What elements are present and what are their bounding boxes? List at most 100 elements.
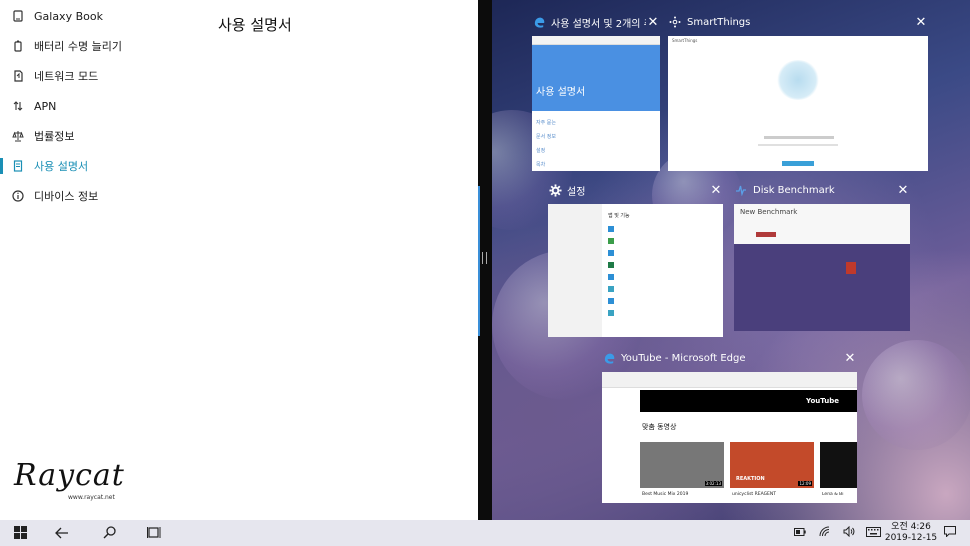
nav-item-device-info[interactable]: 디바이스 정보 xyxy=(0,181,200,211)
youtube-logo: YouTube xyxy=(806,397,839,405)
thumb-list: 자주 묻는 문서 정보 설정 목차 xyxy=(536,116,556,171)
thumb-manual-banner: 사용 설명서 xyxy=(532,45,660,111)
split-divider[interactable] xyxy=(478,0,492,520)
search-button[interactable] xyxy=(95,520,123,546)
thumb-heading: New Benchmark xyxy=(740,208,798,216)
thumb-browser-bar xyxy=(532,36,660,45)
scale-icon xyxy=(10,128,26,144)
nav-item-network-mode[interactable]: 네트워크 모드 xyxy=(0,61,200,91)
snap-assist-pane: 사용 설명서 및 2개의 추... ✕ 사용 설명서 자주 묻는 문서 정보 설… xyxy=(492,0,970,520)
thumb-app-icon xyxy=(608,310,614,316)
nav-label: 배터리 수명 늘리기 xyxy=(34,40,122,53)
start-button[interactable] xyxy=(6,520,34,546)
video-title: unicyclist REAGENT xyxy=(732,492,777,497)
thumb-login-button xyxy=(782,161,814,166)
snap-window-smartthings[interactable]: SmartThings ✕ SmartThings xyxy=(668,12,928,171)
window-thumbnail: SmartThings xyxy=(668,36,928,171)
thumb-settings-sidebar xyxy=(548,204,602,337)
window-header: 사용 설명서 및 2개의 추... ✕ xyxy=(532,12,660,32)
divider-drag-handle[interactable] xyxy=(482,252,487,264)
snap-window-disk-benchmark[interactable]: Disk Benchmark ✕ New Benchmark xyxy=(734,180,910,331)
wallpaper-bubble xyxy=(862,340,970,450)
nav-item-apn[interactable]: APN xyxy=(0,91,200,121)
nav-label: APN xyxy=(34,99,57,113)
info-icon xyxy=(10,188,26,204)
thumb-heading: 맞춤 동영상 xyxy=(642,423,677,431)
battery-tray[interactable] xyxy=(792,520,808,546)
window-header: YouTube - Microsoft Edge ✕ xyxy=(602,348,857,368)
task-view-icon xyxy=(147,524,161,543)
nav-item-user-manual[interactable]: 사용 설명서 xyxy=(0,151,200,181)
thumb-app-icon xyxy=(608,226,614,232)
nav-label: 사용 설명서 xyxy=(34,160,89,173)
thumb-text-line xyxy=(764,136,834,139)
window-title: YouTube - Microsoft Edge xyxy=(621,352,746,364)
thumb-app-icon xyxy=(608,274,614,280)
nav-label: 법률정보 xyxy=(34,130,75,143)
thumb-list-item: 자주 묻는 xyxy=(536,120,556,126)
raycat-logo: Raycat www.raycat.net xyxy=(14,458,124,508)
speaker-icon xyxy=(843,525,855,540)
wifi-icon xyxy=(819,526,831,540)
benchmark-icon xyxy=(734,183,748,197)
window-header: 설정 ✕ xyxy=(548,180,723,200)
divider-focus-indicator xyxy=(478,186,480,336)
window-title: 설정 xyxy=(567,186,586,198)
window-header: Disk Benchmark ✕ xyxy=(734,180,910,200)
network-tray[interactable] xyxy=(817,520,833,546)
close-icon[interactable]: ✕ xyxy=(896,183,910,198)
manual-icon xyxy=(10,158,26,174)
video-badge: REAKTION xyxy=(736,476,765,482)
galaxy-book-icon xyxy=(10,8,26,24)
thumb-list-item: 문서 정보 xyxy=(536,134,556,140)
thumb-heading: 앱 및 기능 xyxy=(608,213,630,219)
nav-item-galaxy-book[interactable]: Galaxy Book xyxy=(0,1,200,31)
thumb-app-icon xyxy=(608,250,614,256)
keyboard-tray[interactable] xyxy=(864,520,882,546)
video-duration: 3:02:13 xyxy=(704,481,722,486)
video-title: Lena & Bi xyxy=(822,492,844,497)
clock[interactable]: 오전 4:26 2019-12-15 xyxy=(884,522,938,544)
video-thumbnail: 3:02:13 xyxy=(640,442,724,488)
thumb-list-item: 목차 xyxy=(536,162,546,168)
thumb-app-icon xyxy=(608,262,614,268)
notification-icon xyxy=(944,526,956,540)
battery-icon xyxy=(10,38,26,54)
logo-url: www.raycat.net xyxy=(68,494,115,501)
window-title: SmartThings xyxy=(687,16,751,28)
search-icon xyxy=(103,524,116,543)
thumb-youtube-banner: YouTube xyxy=(640,390,857,412)
thumb-app-icon xyxy=(608,238,614,244)
close-icon[interactable]: ✕ xyxy=(646,15,660,30)
clock-time: 오전 4:26 xyxy=(891,522,931,532)
video-title: Best Music Mix 2019 xyxy=(642,492,689,497)
nav-item-legal[interactable]: 법률정보 xyxy=(0,121,200,151)
thumb-heading: 사용 설명서 xyxy=(536,87,586,98)
task-view-button[interactable] xyxy=(140,520,168,546)
thumb-list-item: 설정 xyxy=(536,148,546,154)
nav-item-battery[interactable]: 배터리 수명 늘리기 xyxy=(0,31,200,61)
thumb-app-icon xyxy=(608,298,614,304)
back-button[interactable] xyxy=(48,520,76,546)
thumb-start-button xyxy=(756,232,776,237)
window-thumbnail: New Benchmark xyxy=(734,204,910,331)
thumb-browser-bar xyxy=(602,372,857,388)
snap-window-edge-manual[interactable]: 사용 설명서 및 2개의 추... ✕ 사용 설명서 자주 묻는 문서 정보 설… xyxy=(532,12,660,171)
edge-icon xyxy=(602,351,616,365)
window-title: 사용 설명서 및 2개의 추... xyxy=(551,18,646,30)
close-icon[interactable]: ✕ xyxy=(914,15,928,30)
edge-icon xyxy=(532,15,546,29)
snap-window-settings[interactable]: 설정 ✕ 앱 및 기능 xyxy=(548,180,723,337)
action-center-button[interactable] xyxy=(942,520,958,546)
volume-tray[interactable] xyxy=(841,520,857,546)
snap-window-youtube-edge[interactable]: YouTube - Microsoft Edge ✕ YouTube 맞춤 동영… xyxy=(602,348,857,503)
taskbar: 오전 4:26 2019-12-15 xyxy=(0,520,970,546)
close-icon[interactable]: ✕ xyxy=(843,351,857,366)
close-icon[interactable]: ✕ xyxy=(709,183,723,198)
video-thumbnail xyxy=(820,442,857,488)
settings-gear-icon xyxy=(548,183,562,197)
video-duration: 12:09 xyxy=(798,481,812,486)
back-arrow-icon xyxy=(55,524,69,543)
window-thumbnail: 사용 설명서 자주 묻는 문서 정보 설정 목차 xyxy=(532,36,660,171)
windows-logo-icon xyxy=(13,524,27,543)
